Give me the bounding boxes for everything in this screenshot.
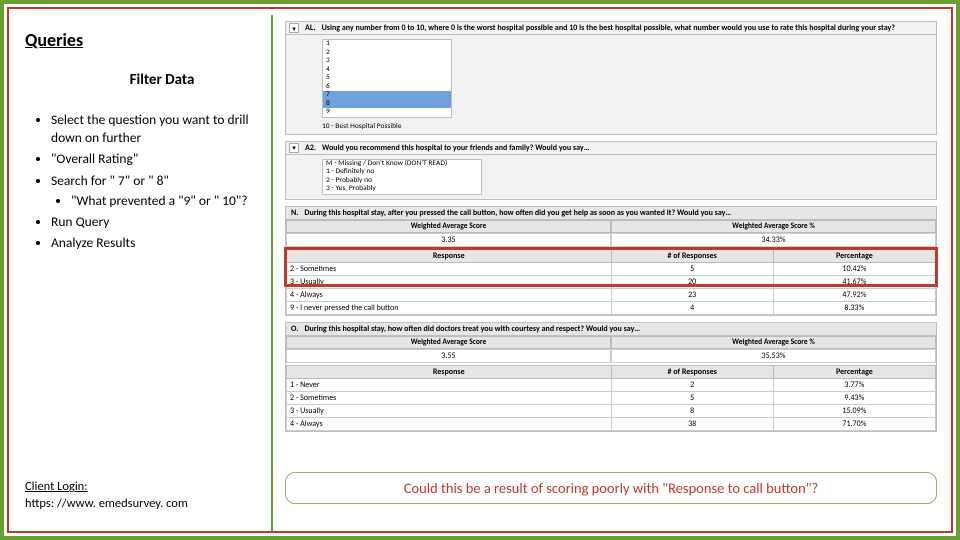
client-login: Client Login: https: //www. emedsurvey. … — [25, 479, 188, 513]
client-login-label: Client Login: — [25, 479, 88, 494]
question-a2-block: ▾ A2. Would you recommend this hospital … — [285, 141, 937, 200]
question-n-block: N. During this hospital stay, after you … — [285, 206, 937, 316]
question-o-block: O. During this hospital stay, how often … — [285, 322, 937, 432]
wa-label: Weighted Average Score — [286, 336, 611, 349]
col-num: # of Responses — [611, 365, 773, 378]
col-pct: Percentage — [773, 365, 935, 378]
callout-question: Could this be a result of scoring poorly… — [285, 472, 937, 504]
table-row: 3 - Usually815.09% — [287, 404, 936, 417]
question-al-options[interactable]: 1 2 3 4 5 6 7 8 9 — [322, 39, 452, 118]
question-o-header[interactable]: O. During this hospital stay, how often … — [286, 323, 936, 336]
opt-4[interactable]: 4 — [323, 66, 451, 75]
bullet-analyze: Analyze Results — [51, 234, 261, 252]
question-a2-options[interactable]: M - Missing / Don't Know (DON'T READ) 1 … — [322, 159, 482, 195]
client-login-url: https: //www. emedsurvey. com — [25, 496, 188, 511]
question-o-table: Response # of Responses Percentage 1 - N… — [286, 365, 936, 431]
question-o-text: During this hospital stay, how often did… — [304, 324, 933, 334]
opt-3[interactable]: 3 — [323, 57, 451, 66]
wa-label: Weighted Average Score — [286, 220, 611, 233]
table-row: 2 - Sometimes59.43% — [287, 391, 936, 404]
col-response: Response — [287, 365, 612, 378]
opt-1[interactable]: 1 — [323, 40, 451, 49]
opt-6[interactable]: 6 — [323, 83, 451, 92]
bullet-select-question: Select the question you want to drill do… — [51, 111, 261, 147]
wap-label: Weighted Average Score % — [611, 336, 936, 349]
table-row: 4 - Always3871.70% — [287, 417, 936, 430]
bullet-search: Search for " 7" or " 8" "What prevented … — [51, 172, 261, 210]
instruction-list: Select the question you want to drill do… — [25, 111, 261, 253]
question-al-code: AL. — [305, 23, 316, 33]
opt-5[interactable]: 5 — [323, 74, 451, 83]
question-o-wascore-header: Weighted Average Score Weighted Average … — [286, 336, 936, 349]
question-al-signature: 10 - Best Hospital Possible — [322, 122, 932, 131]
question-o-wascore-row: 3.55 35.53% — [286, 349, 936, 363]
wap-value: 35.53% — [611, 349, 936, 363]
question-n-text: During this hospital stay, after you pre… — [304, 208, 933, 218]
table-row: 9 - I never pressed the call button48.33… — [287, 301, 936, 314]
opt-9[interactable]: 9 — [323, 108, 451, 117]
table-row: 1 - Never23.77% — [287, 378, 936, 391]
queries-title: Queries — [25, 29, 261, 51]
bullet-overall-rating: "Overall Rating" — [51, 150, 261, 168]
wa-value: 3.35 — [286, 233, 611, 247]
question-al-block: ▾ AL. Using any number from 0 to 10, whe… — [285, 21, 937, 135]
bullet-search-text: Search for " 7" or " 8" — [51, 172, 169, 189]
table-header-row: Response # of Responses Percentage — [287, 365, 936, 378]
question-n-code: N. — [291, 208, 298, 218]
spacer — [285, 438, 937, 472]
opt-8-selected[interactable]: 8 — [323, 100, 451, 109]
right-panel: ▾ AL. Using any number from 0 to 10, whe… — [277, 15, 945, 531]
question-al-header[interactable]: ▾ AL. Using any number from 0 to 10, whe… — [286, 22, 936, 35]
slide-frame: Queries Filter Data Select the question … — [0, 0, 960, 540]
question-n-header[interactable]: N. During this hospital stay, after you … — [286, 207, 936, 220]
question-n-wascore-row: 3.35 34.33% — [286, 233, 936, 247]
filter-data-subtitle: Filter Data — [63, 71, 261, 89]
sub-list: "What prevented a "9" or " 10"? — [51, 192, 261, 210]
highlight-box — [284, 247, 938, 287]
left-panel: Queries Filter Data Select the question … — [15, 15, 273, 531]
inner-frame: Queries Filter Data Select the question … — [7, 7, 953, 533]
question-a2-header[interactable]: ▾ A2. Would you recommend this hospital … — [286, 142, 936, 155]
question-o-code: O. — [291, 324, 298, 334]
wap-value: 34.33% — [611, 233, 936, 247]
table-row: 4 - Always2347.92% — [287, 288, 936, 301]
chevron-down-icon[interactable]: ▾ — [289, 143, 299, 153]
bullet-run-query: Run Query — [51, 213, 261, 231]
question-n-wascore-header: Weighted Average Score Weighted Average … — [286, 220, 936, 233]
opt-7-selected[interactable]: 7 — [323, 91, 451, 100]
opt-yes-prob[interactable]: 3 - Yes, Probably — [323, 185, 481, 194]
opt-2[interactable]: 2 — [323, 49, 451, 58]
wap-label: Weighted Average Score % — [611, 220, 936, 233]
bullet-what-prevented: "What prevented a "9" or " 10"? — [71, 192, 261, 210]
question-a2-text: Would you recommend this hospital to you… — [322, 143, 933, 153]
wa-value: 3.55 — [286, 349, 611, 363]
chevron-down-icon[interactable]: ▾ — [289, 23, 299, 33]
question-al-text: Using any number from 0 to 10, where 0 i… — [322, 23, 933, 33]
question-a2-code: A2. — [305, 143, 316, 153]
